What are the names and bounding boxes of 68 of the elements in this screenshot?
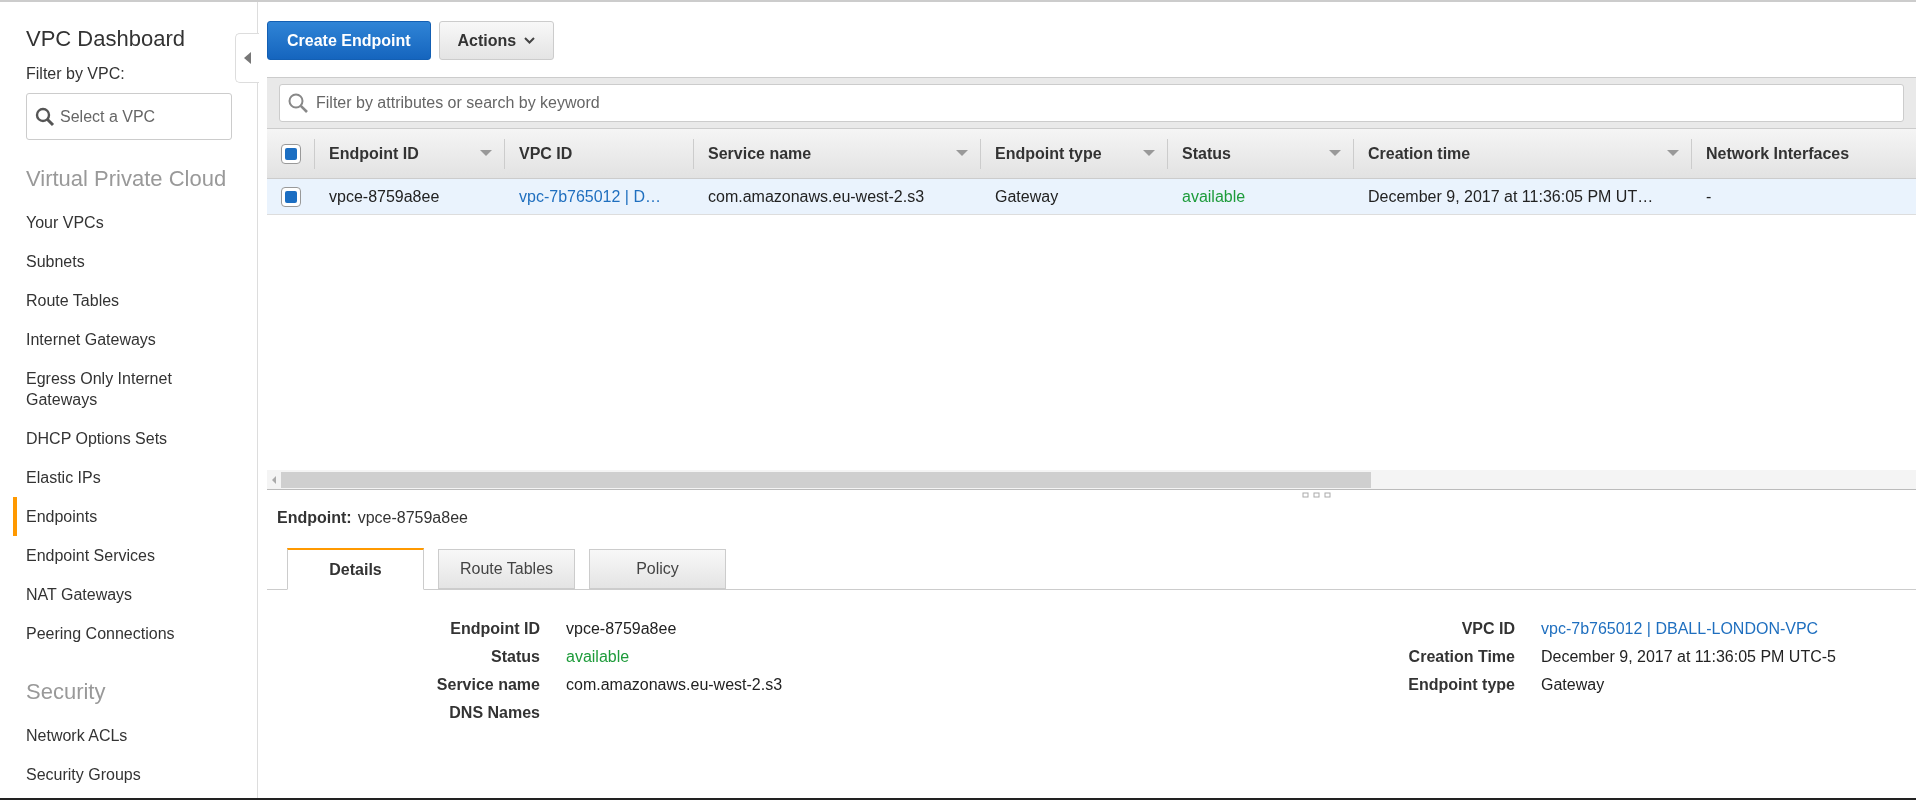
column-header[interactable]: Creation time [1354, 138, 1692, 169]
field-value: December 9, 2017 at 11:36:05 PM UTC-5 [1541, 647, 1836, 667]
table-cell: - [1706, 187, 1712, 205]
sort-triangle-icon[interactable] [1143, 150, 1155, 157]
sort-triangle-icon[interactable] [480, 150, 492, 157]
create-endpoint-button[interactable]: Create Endpoint [267, 21, 431, 60]
column-header[interactable]: VPC ID [505, 138, 694, 169]
field-label: Creation Time [1407, 647, 1515, 667]
sidebar-item[interactable]: Your VPCs [13, 203, 232, 242]
column-header[interactable]: Endpoint type [981, 138, 1168, 169]
sidebar-item[interactable]: Peering Connections [13, 614, 232, 653]
column-header[interactable]: Endpoint ID [315, 138, 505, 169]
field-value: Gateway [1541, 675, 1605, 695]
actions-button[interactable]: Actions [438, 21, 555, 60]
field-label: DNS Names [448, 703, 540, 723]
sidebar-item[interactable]: Subnets [13, 242, 232, 281]
field-value: com.amazonaws.eu-west-2.s3 [566, 675, 783, 695]
table-row[interactable]: vpce-8759a8ee vpc-7b765012 | D… com.amazonaws.eu-west-2.s3 Gateway available December 9, 2017 at 11:36:05 PM UT… - [267, 179, 1916, 215]
sidebar-item[interactable]: Egress Only Internet Gateways [13, 359, 232, 419]
tab[interactable]: Details [287, 548, 424, 590]
search-icon [35, 107, 55, 127]
table-cell: available [1182, 187, 1246, 205]
sidebar-item[interactable]: NAT Gateways [13, 575, 232, 614]
left-triangle-icon [243, 52, 252, 64]
section-heading: Security [26, 678, 107, 706]
checkbox[interactable] [280, 143, 301, 164]
vpc-link[interactable]: vpc-7b765012 | D… [519, 187, 661, 205]
tab[interactable]: Policy [589, 549, 726, 589]
table-cell: vpce-8759a8ee [329, 187, 440, 205]
table-cell: December 9, 2017 at 11:36:05 PM UT… [1368, 187, 1654, 205]
sidebar-title: VPC Dashboard [26, 25, 186, 53]
vpc-filter-field[interactable]: Select a VPC [26, 93, 232, 140]
table-cell: com.amazonaws.eu-west-2.s3 [708, 187, 925, 205]
field-label: Endpoint type [1407, 675, 1515, 695]
resize-handle-icon[interactable] [1302, 492, 1332, 498]
sidebar-item[interactable]: DHCP Options Sets [13, 419, 232, 458]
sidebar-item[interactable]: Endpoints [13, 497, 232, 536]
table-cell: Gateway [995, 187, 1059, 205]
sidebar-item[interactable]: Route Tables [13, 281, 232, 320]
filter-label: Filter by VPC: [26, 64, 126, 84]
field-value: available [566, 647, 630, 667]
vpc-link[interactable]: vpc-7b765012 | DBALL-LONDON-VPC [1541, 617, 1819, 641]
sidebar-item[interactable]: Endpoint Services [13, 536, 232, 575]
sort-triangle-icon[interactable] [1329, 150, 1341, 157]
detail-label: Endpoint: [277, 508, 352, 528]
search-icon [287, 92, 309, 114]
search-field[interactable]: Filter by attributes or search by keyword [279, 84, 1904, 122]
field-label: Service name [435, 675, 540, 695]
tab[interactable]: Route Tables [438, 549, 575, 589]
section-heading: Virtual Private Cloud [26, 165, 228, 193]
field-label: VPC ID [1460, 619, 1515, 639]
sidebar-item[interactable]: Internet Gateways [13, 320, 232, 359]
column-header[interactable]: Status [1168, 138, 1354, 169]
chevron-down-icon [524, 37, 536, 44]
sidebar-item[interactable]: Network ACLs [13, 716, 232, 755]
sort-triangle-icon[interactable] [956, 150, 968, 157]
field-label: Status [490, 647, 540, 667]
column-header[interactable]: Network Interfaces [1692, 138, 1916, 169]
collapse-sidebar-button[interactable] [235, 33, 259, 83]
field-label: Endpoint ID [449, 619, 540, 639]
detail-endpoint-id: vpce-8759a8ee [357, 508, 468, 528]
checkbox[interactable] [281, 186, 301, 207]
horizontal-scrollbar-thumb[interactable] [281, 471, 1371, 488]
sort-triangle-icon[interactable] [1667, 150, 1679, 157]
column-header[interactable]: Service name [694, 138, 981, 169]
sidebar-item[interactable]: Security Groups [13, 755, 232, 794]
field-value: vpce-8759a8ee [566, 619, 677, 639]
sidebar-item[interactable]: Elastic IPs [13, 458, 232, 497]
